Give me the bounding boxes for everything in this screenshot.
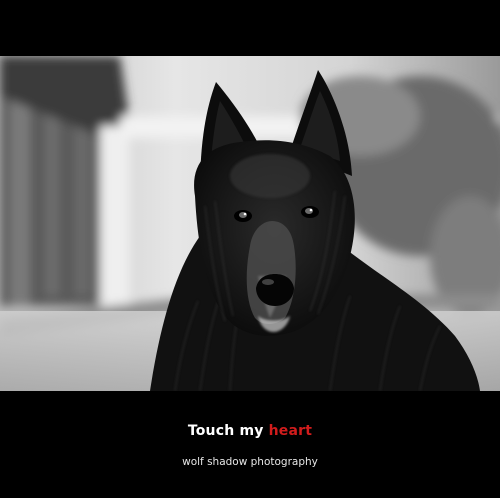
caption-area: Touch my heart wolf shadow photography <box>0 391 500 498</box>
photographer-credit: wolf shadow photography <box>182 456 318 468</box>
top-black-border <box>0 0 500 56</box>
caption-title: Touch my heart <box>0 423 500 439</box>
dog-photograph <box>0 56 500 391</box>
caption-title-prefix: Touch my <box>187 423 269 439</box>
caption-title-highlight: heart <box>268 423 313 439</box>
dog-photo-illustration <box>0 56 500 391</box>
